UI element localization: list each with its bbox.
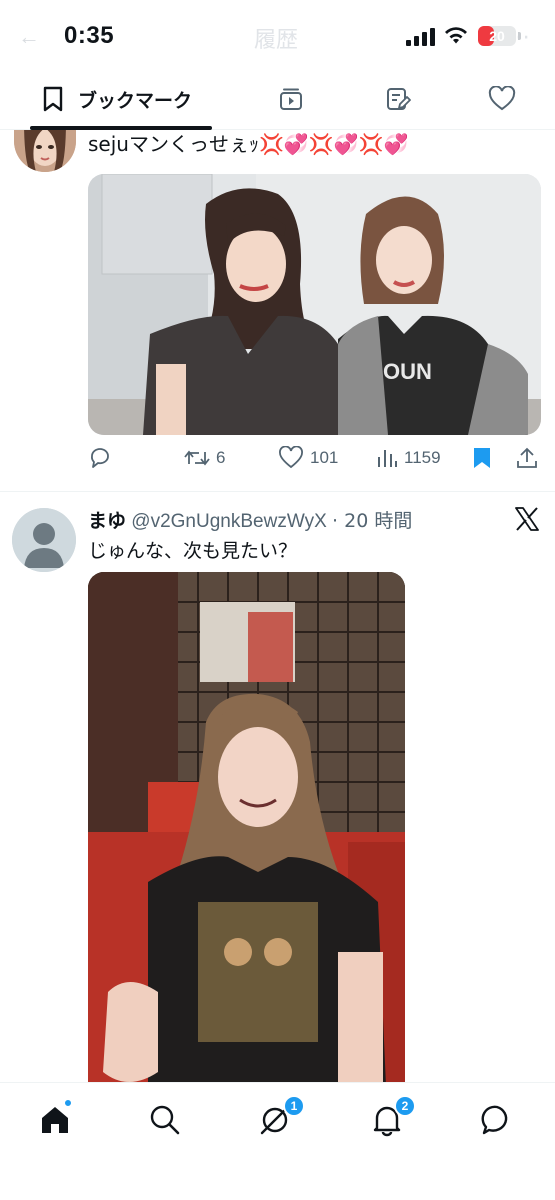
author-name[interactable]: まゆ: [88, 510, 126, 532]
tweet-actions: 6 101 1159: [88, 438, 541, 478]
cellular-signal-icon: [406, 28, 436, 46]
tweet-header: まゆ @v2GnUgnkBewzWyX · 20 時間: [88, 506, 412, 533]
heart-icon: [279, 446, 303, 469]
retweet-icon: [184, 450, 210, 466]
tab-bookmarks[interactable]: ブックマーク: [30, 70, 212, 130]
status-bar: ← 0:35 履歴 ⋯ 20: [0, 0, 555, 70]
retweet-button[interactable]: 6: [184, 438, 225, 478]
nav-messages[interactable]: [480, 1101, 520, 1141]
avatar-default[interactable]: [12, 508, 76, 572]
tweet-text: じゅんな、次も見たい？: [88, 540, 298, 562]
default-profile-icon: [12, 508, 76, 572]
battery-nub: [518, 32, 521, 40]
tweet-video[interactable]: [88, 572, 405, 1082]
tab-heart-icon[interactable]: [488, 86, 516, 112]
bookmark-icon: [43, 86, 63, 112]
bottom-navigation: 1 2: [0, 1082, 555, 1200]
like-button[interactable]: 101: [278, 438, 338, 478]
wifi-icon: [445, 27, 467, 44]
views-button[interactable]: 1159: [376, 438, 441, 478]
tweet-more-icon[interactable]: ⋯: [514, 130, 533, 135]
search-icon: [150, 1105, 180, 1135]
grok-badge: 1: [283, 1095, 305, 1117]
faded-back-arrow: ←: [18, 24, 40, 49]
author-handle[interactable]: @v2GnUgnkBewzWyX: [131, 511, 326, 532]
top-tab-bar: ブックマーク: [0, 70, 555, 130]
battery-icon: 20: [478, 26, 516, 46]
nav-notifications[interactable]: 2: [370, 1095, 416, 1141]
nav-home[interactable]: [38, 1098, 78, 1141]
share-icon: [517, 447, 537, 468]
retweet-count: 6: [216, 448, 226, 467]
shirt-print-text: OUN: [383, 359, 432, 384]
nav-search[interactable]: [148, 1101, 188, 1141]
bookmark-button[interactable]: [472, 438, 492, 478]
avatar[interactable]: [14, 130, 76, 172]
bookmark-filled-icon: [474, 448, 490, 468]
photo-illustration: OUN: [88, 174, 541, 435]
bookmark-feed[interactable]: sejuマンくっせぇｯ💢💞💢💞💢💞 ⋯: [0, 130, 555, 1082]
tweet-text: sejuマンくっせぇｯ💢💞💢💞💢💞: [88, 130, 408, 157]
like-count: 101: [310, 448, 339, 467]
messages-icon: [481, 1105, 508, 1135]
tweet-photo[interactable]: OUN: [88, 174, 541, 435]
tweet-time: · 20 時間: [332, 510, 413, 532]
tweet-text-emoji: 💢💞💢💞💢💞: [258, 132, 409, 156]
faded-header-title: 履歴: [254, 28, 299, 53]
home-icon: [42, 1107, 68, 1133]
views-icon: [378, 450, 397, 467]
nav-grok[interactable]: 1: [258, 1095, 305, 1141]
video-illustration: [88, 572, 405, 1082]
status-time: 0:35: [64, 22, 115, 49]
tweet-text-main: sejuマンくっせぇｯ: [88, 132, 259, 156]
battery-percent: 20: [489, 28, 505, 44]
x-logo-icon[interactable]: [514, 506, 540, 532]
view-count: 1159: [404, 448, 441, 467]
tweet-card[interactable]: sejuマンくっせぇｯ💢💞💢💞💢💞 ⋯: [0, 130, 555, 490]
active-tab-indicator: [30, 126, 212, 130]
reply-button[interactable]: [88, 438, 112, 478]
tab-bookmarks-label: ブックマーク: [78, 90, 193, 112]
share-button[interactable]: [516, 438, 538, 478]
reply-icon: [91, 448, 109, 468]
notifications-badge: 2: [394, 1095, 416, 1117]
home-unread-dot: [63, 1098, 73, 1108]
tab-edit-note-icon[interactable]: [385, 86, 411, 112]
tab-video-icon[interactable]: [278, 86, 304, 112]
tweet-card[interactable]: まゆ @v2GnUgnkBewzWyX · 20 時間 じゅんな、次も見たい？: [0, 492, 555, 1082]
